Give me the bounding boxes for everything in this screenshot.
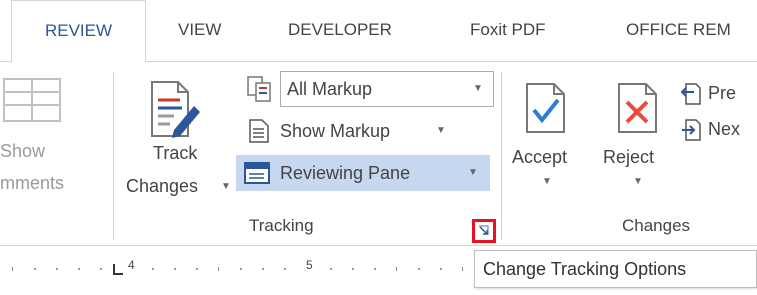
chevron-down-icon: ▼ [436,125,446,136]
accept-label: Accept [512,147,568,167]
previous-change-label: Pre [708,83,737,103]
previous-change-icon [680,83,701,105]
accept-icon [526,83,565,133]
show-markup-label: Show Markup [280,121,391,141]
tab-office-rem[interactable]: OFFICE REM [626,20,731,40]
ribbon-tab-bar: REVIEW VIEW DEVELOPER Foxit PDF OFFICE R… [0,0,757,62]
tab-foxit-pdf[interactable]: Foxit PDF [470,20,546,40]
chevron-down-icon: ▼ [542,176,552,187]
reviewing-pane-icon [244,162,270,184]
reviewing-pane-label: Reviewing Pane [280,163,411,183]
tooltip: Change Tracking Options [474,250,757,288]
reject-icon [618,83,657,133]
show-comments-button[interactable]: Show mments [0,130,105,200]
tracking-group-label: Tracking [249,216,314,235]
next-change-button[interactable]: Nex [680,116,757,146]
ribbon-bottom-border [0,245,757,246]
reject-button[interactable]: Reject ▼ [600,72,678,204]
comments-icon [3,78,61,122]
track-changes-icon [151,81,200,138]
track-changes-label: Track [153,143,198,163]
previous-change-button[interactable]: Pre [680,80,757,110]
chevron-down-icon: ▼ [473,83,483,94]
tab-view[interactable]: VIEW [178,20,221,40]
dialog-launcher-icon [479,225,489,235]
track-changes-label: Changes [126,176,199,196]
show-comments-label: mments [0,173,65,193]
accept-button[interactable]: Accept ▼ [510,72,600,204]
chevron-down-icon: ▼ [633,176,643,187]
chevron-down-icon: ▼ [468,167,478,178]
next-change-label: Nex [708,119,741,139]
chevron-down-icon: ▼ [221,181,231,192]
changes-group-label: Changes [622,216,691,235]
reviewing-pane-button[interactable]: Reviewing Pane ▼ [236,155,490,191]
display-for-review-value: All Markup [287,79,373,99]
next-change-icon [682,119,701,141]
track-changes-button[interactable]: Track Changes ▼ [120,72,235,204]
show-comments-label: Show [0,141,46,161]
tab-review[interactable]: REVIEW [11,0,146,62]
show-markup-button[interactable]: Show Markup ▼ [240,113,460,149]
tab-developer[interactable]: DEVELOPER [288,20,392,40]
ruler-mark: 4 [128,258,135,272]
group-separator [501,72,502,240]
horizontal-ruler[interactable]: 4 5 [0,258,470,276]
change-tracking-options-launcher[interactable] [472,219,496,243]
display-for-review-dropdown[interactable]: All Markup ▼ [280,71,494,107]
ruler-mark: 5 [306,258,313,272]
display-for-review-icon [247,76,271,102]
group-separator [113,72,114,240]
tab-stop-marker-icon[interactable] [112,262,124,276]
reject-label: Reject [603,147,655,167]
show-markup-icon [249,119,269,143]
